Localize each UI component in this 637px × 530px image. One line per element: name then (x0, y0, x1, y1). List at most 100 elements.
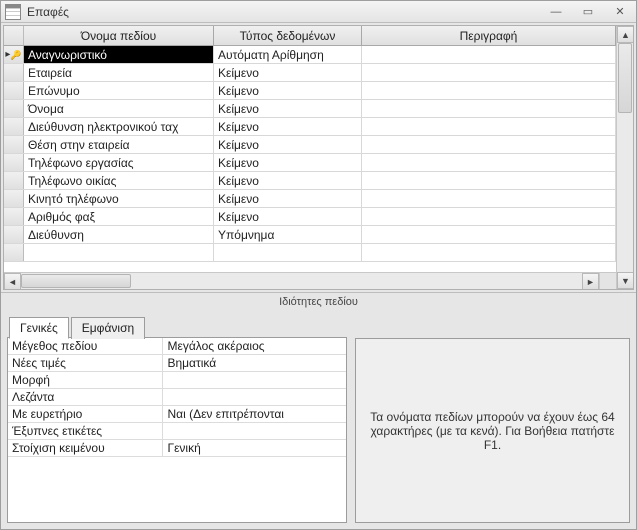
vscroll-thumb[interactable] (618, 43, 632, 113)
property-value[interactable] (163, 423, 346, 439)
field-grid-area: Όνομα πεδίου Τύπος δεδομένων Περιγραφή 🔑… (1, 23, 636, 293)
primary-key-icon: 🔑 (10, 46, 21, 64)
table-row[interactable]: ΔιεύθυνσηΥπόμνημα (4, 226, 616, 244)
col-header-data-type[interactable]: Τύπος δεδομένων (214, 26, 362, 45)
table-row[interactable]: 🔑ΑναγνωριστικόΑυτόματη Αρίθμηση (4, 46, 616, 64)
cell-field-name[interactable]: Τηλέφωνο εργασίας (24, 154, 214, 171)
hscroll-thumb[interactable] (21, 274, 131, 288)
cell-data-type[interactable]: Υπόμνημα (214, 226, 362, 243)
table-row[interactable]: ΕπώνυμοΚείμενο (4, 82, 616, 100)
property-row[interactable]: Στοίχιση κειμένουΓενική (8, 440, 346, 457)
vertical-scrollbar[interactable]: ▲ ▼ (616, 26, 633, 289)
cell-description[interactable] (362, 64, 616, 81)
properties-grid[interactable]: Μέγεθος πεδίουΜεγάλος ακέραιοςΝέες τιμές… (7, 337, 347, 523)
table-icon (5, 4, 21, 20)
cell-description[interactable] (362, 190, 616, 207)
cell-data-type[interactable]: Κείμενο (214, 190, 362, 207)
cell-description[interactable] (362, 172, 616, 189)
property-row[interactable]: Λεζάντα (8, 389, 346, 406)
field-grid[interactable]: Όνομα πεδίου Τύπος δεδομένων Περιγραφή 🔑… (4, 26, 616, 289)
cell-field-name[interactable]: Τηλέφωνο οικίας (24, 172, 214, 189)
property-value[interactable]: Βηματικά (163, 355, 346, 371)
cell-field-name[interactable]: Αναγνωριστικό (24, 46, 214, 63)
cell-description[interactable] (362, 82, 616, 99)
table-row-empty[interactable] (4, 244, 616, 262)
maximize-button[interactable]: ▭ (576, 4, 600, 20)
property-row[interactable]: Με ευρετήριοΝαι (Δεν επιτρέπονται (8, 406, 346, 423)
table-row[interactable]: Θέση στην εταιρείαΚείμενο (4, 136, 616, 154)
row-selector[interactable] (4, 100, 24, 117)
property-row[interactable]: Μέγεθος πεδίουΜεγάλος ακέραιος (8, 338, 346, 355)
cell-field-name[interactable]: Εταιρεία (24, 64, 214, 81)
tab-general[interactable]: Γενικές (9, 317, 69, 339)
table-row[interactable]: Τηλέφωνο εργασίαςΚείμενο (4, 154, 616, 172)
cell-description[interactable] (362, 46, 616, 63)
row-selector[interactable] (4, 64, 24, 81)
cell-description[interactable] (362, 244, 616, 261)
property-value[interactable] (163, 389, 346, 405)
cell-field-name[interactable] (24, 244, 214, 261)
row-selector[interactable] (4, 190, 24, 207)
row-selector[interactable]: 🔑 (4, 46, 24, 63)
row-selector[interactable] (4, 244, 24, 261)
cell-description[interactable] (362, 154, 616, 171)
property-value[interactable] (163, 372, 346, 388)
cell-data-type[interactable]: Κείμενο (214, 154, 362, 171)
row-selector[interactable] (4, 154, 24, 171)
scroll-down-button[interactable]: ▼ (617, 272, 634, 289)
cell-description[interactable] (362, 118, 616, 135)
row-selector[interactable] (4, 136, 24, 153)
cell-data-type[interactable]: Κείμενο (214, 172, 362, 189)
cell-data-type[interactable]: Κείμενο (214, 100, 362, 117)
row-selector[interactable] (4, 208, 24, 225)
table-row[interactable]: Τηλέφωνο οικίαςΚείμενο (4, 172, 616, 190)
cell-field-name[interactable]: Αριθμός φαξ (24, 208, 214, 225)
row-selector[interactable] (4, 226, 24, 243)
property-value[interactable]: Γενική (163, 440, 346, 456)
property-value[interactable]: Μεγάλος ακέραιος (163, 338, 346, 354)
cell-field-name[interactable]: Όνομα (24, 100, 214, 117)
property-row[interactable]: Μορφή (8, 372, 346, 389)
properties-tabs: Γενικές Εμφάνιση (7, 316, 347, 338)
table-row[interactable]: Διεύθυνση ηλεκτρονικού ταχΚείμενο (4, 118, 616, 136)
cell-data-type[interactable]: Αυτόματη Αρίθμηση (214, 46, 362, 63)
cell-field-name[interactable]: Κινητό τηλέφωνο (24, 190, 214, 207)
minimize-button[interactable]: — (544, 4, 568, 20)
table-row[interactable]: Αριθμός φαξΚείμενο (4, 208, 616, 226)
property-row[interactable]: Έξυπνες ετικέτες (8, 423, 346, 440)
table-row[interactable]: Κινητό τηλέφωνοΚείμενο (4, 190, 616, 208)
cell-field-name[interactable]: Διεύθυνση ηλεκτρονικού ταχ (24, 118, 214, 135)
horizontal-scrollbar[interactable]: ◄ ► (4, 272, 616, 289)
cell-description[interactable] (362, 100, 616, 117)
cell-data-type[interactable]: Κείμενο (214, 118, 362, 135)
cell-description[interactable] (362, 226, 616, 243)
col-header-description[interactable]: Περιγραφή (362, 26, 616, 45)
property-label: Μέγεθος πεδίου (8, 338, 163, 354)
scroll-left-button[interactable]: ◄ (4, 273, 21, 289)
row-selector[interactable] (4, 118, 24, 135)
tab-display[interactable]: Εμφάνιση (71, 317, 145, 339)
table-design-window: Επαφές — ▭ ✕ Όνομα πεδίου Τύπος δεδομένω… (0, 0, 637, 530)
cell-data-type[interactable] (214, 244, 362, 261)
hint-text: Τα ονόματα πεδίων μπορούν να έχουν έως 6… (368, 410, 617, 452)
table-row[interactable]: ΕταιρείαΚείμενο (4, 64, 616, 82)
cell-field-name[interactable]: Διεύθυνση (24, 226, 214, 243)
cell-data-type[interactable]: Κείμενο (214, 64, 362, 81)
row-selector-header[interactable] (4, 26, 24, 45)
table-row[interactable]: ΌνομαΚείμενο (4, 100, 616, 118)
row-selector[interactable] (4, 172, 24, 189)
cell-description[interactable] (362, 136, 616, 153)
cell-field-name[interactable]: Θέση στην εταιρεία (24, 136, 214, 153)
cell-data-type[interactable]: Κείμενο (214, 208, 362, 225)
scroll-up-button[interactable]: ▲ (617, 26, 634, 43)
property-value[interactable]: Ναι (Δεν επιτρέπονται (163, 406, 346, 422)
cell-data-type[interactable]: Κείμενο (214, 82, 362, 99)
cell-data-type[interactable]: Κείμενο (214, 136, 362, 153)
close-button[interactable]: ✕ (608, 4, 632, 20)
cell-field-name[interactable]: Επώνυμο (24, 82, 214, 99)
cell-description[interactable] (362, 208, 616, 225)
col-header-field-name[interactable]: Όνομα πεδίου (24, 26, 214, 45)
scroll-right-button[interactable]: ► (582, 273, 599, 289)
property-row[interactable]: Νέες τιμέςΒηματικά (8, 355, 346, 372)
row-selector[interactable] (4, 82, 24, 99)
